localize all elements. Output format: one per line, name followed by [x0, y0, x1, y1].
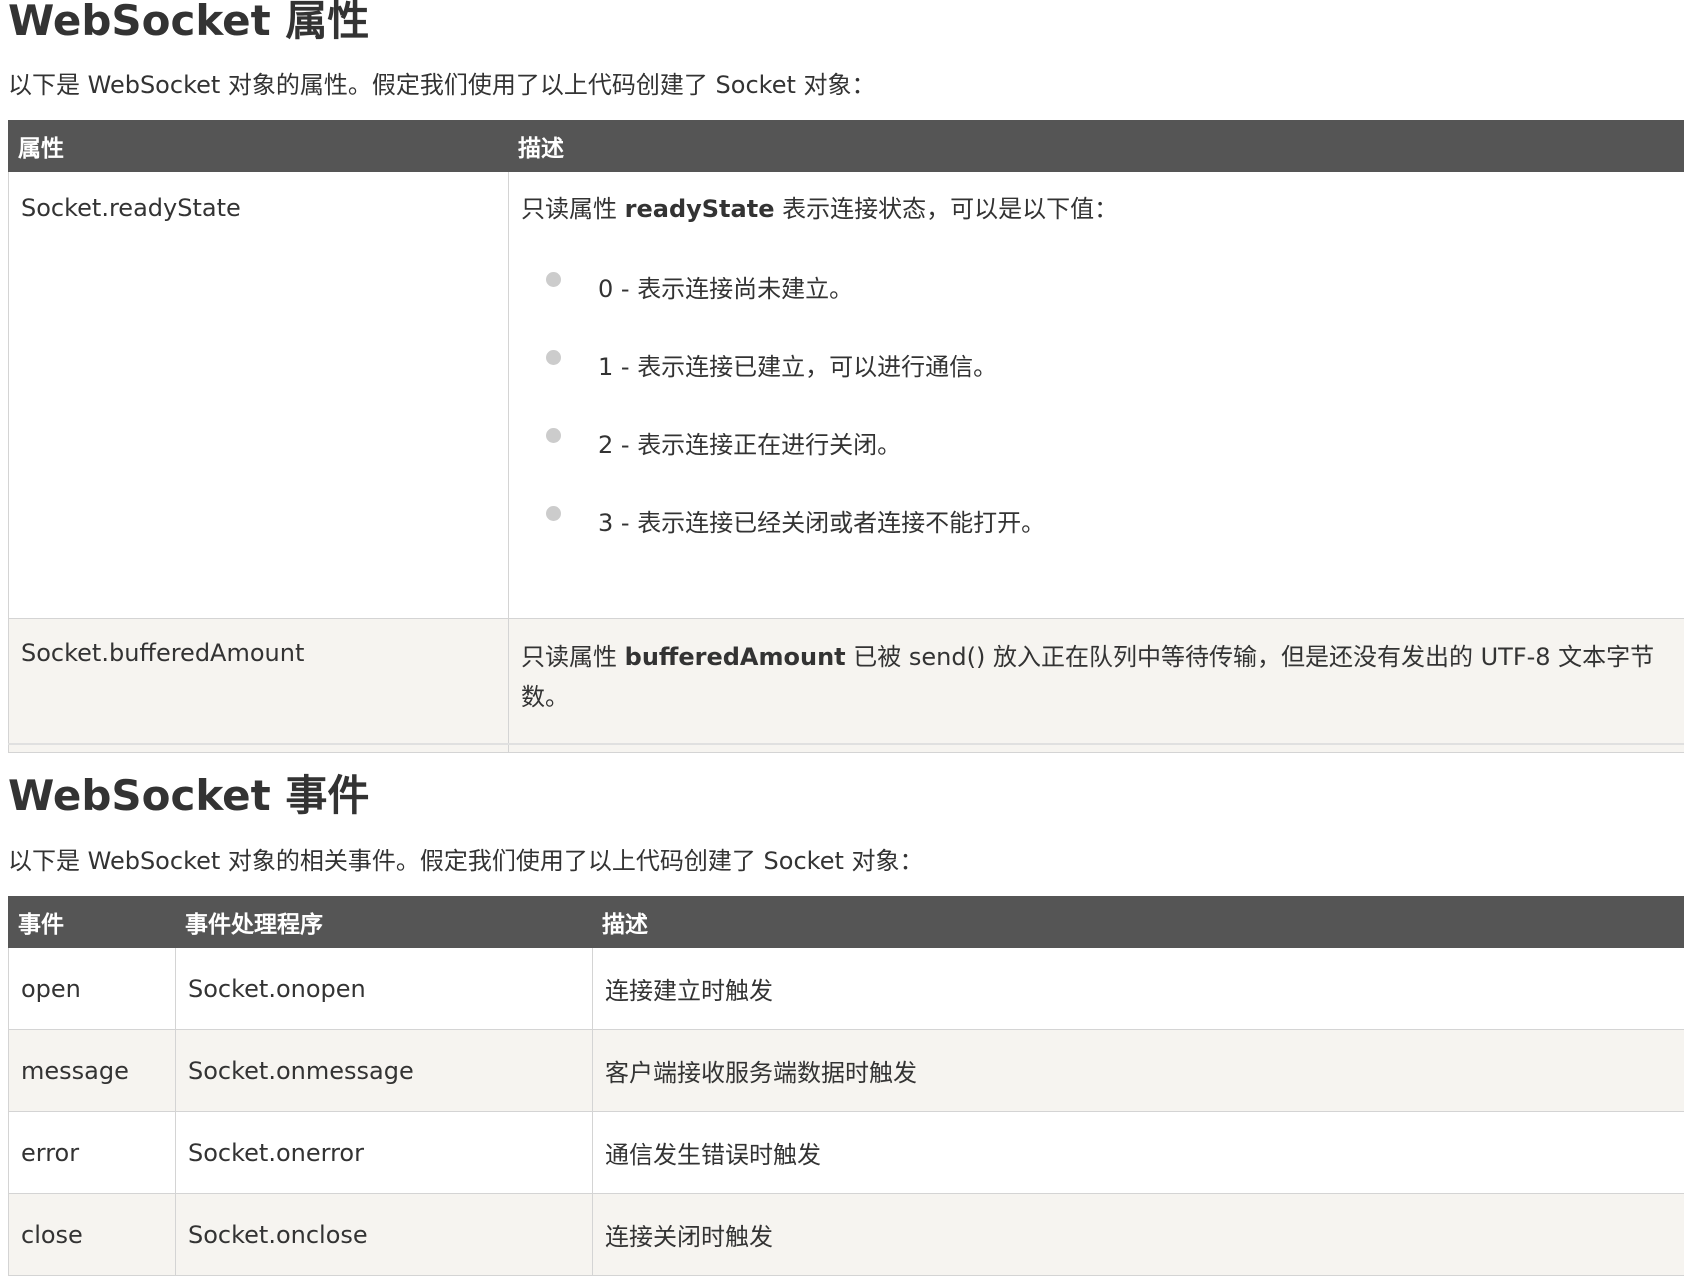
column-header-property: 属性 [8, 120, 509, 172]
event-name: message [8, 1029, 176, 1112]
event-handler: Socket.onopen [175, 947, 593, 1030]
list-item: 3 - 表示连接已经关闭或者连接不能打开。 [521, 484, 1673, 562]
property-name-cell: Socket.bufferedAmount [8, 618, 509, 753]
event-name: close [8, 1193, 176, 1276]
list-item: 1 - 表示连接已建立，可以进行通信。 [521, 328, 1673, 406]
state-text: 3 - 表示连接已经关闭或者连接不能打开。 [598, 509, 1046, 537]
event-handler: Socket.onclose [175, 1193, 593, 1276]
ready-state-list: 0 - 表示连接尚未建立。 1 - 表示连接已建立，可以进行通信。 2 - 表示… [521, 250, 1673, 562]
property-description-cell: 只读属性 readyState 表示连接状态，可以是以下值： 0 - 表示连接尚… [508, 171, 1684, 619]
section-divider [8, 743, 1684, 745]
event-handler: Socket.onmessage [175, 1029, 593, 1112]
table-row: Socket.readyState 只读属性 readyState 表示连接状态… [8, 171, 1684, 619]
state-text: 2 - 表示连接正在进行关闭。 [598, 431, 902, 459]
table-row: message Socket.onmessage 客户端接收服务端数据时触发 [8, 1029, 1684, 1112]
event-name: error [8, 1111, 176, 1194]
property-keyword: readyState [624, 195, 775, 223]
state-text: 0 - 表示连接尚未建立。 [598, 275, 854, 303]
property-description: 只读属性 readyState 表示连接状态，可以是以下值： [521, 194, 1673, 224]
event-name: open [8, 947, 176, 1030]
events-heading: WebSocket 事件 [8, 771, 370, 820]
column-header-handler: 事件处理程序 [175, 896, 593, 948]
event-description: 连接关闭时触发 [592, 1193, 1684, 1276]
table-row: error Socket.onerror 通信发生错误时触发 [8, 1111, 1684, 1194]
properties-table: 属性 描述 Socket.readyState 只读属性 readyState … [8, 120, 1684, 753]
column-header-event: 事件 [8, 896, 176, 948]
property-keyword: bufferedAmount [624, 643, 846, 671]
properties-header-row: 属性 描述 [8, 120, 1684, 172]
desc-prefix: 只读属性 [521, 195, 625, 223]
column-header-description: 描述 [592, 896, 1684, 948]
table-row: close Socket.onclose 连接关闭时触发 [8, 1193, 1684, 1276]
bullet-icon [546, 506, 561, 521]
event-handler: Socket.onerror [175, 1111, 593, 1194]
property-description-cell: 只读属性 bufferedAmount 已被 send() 放入正在队列中等待传… [508, 618, 1684, 753]
properties-intro: 以下是 WebSocket 对象的属性。假定我们使用了以上代码创建了 Socke… [8, 71, 876, 99]
table-row: Socket.bufferedAmount 只读属性 bufferedAmoun… [8, 618, 1684, 753]
event-description: 通信发生错误时触发 [592, 1111, 1684, 1194]
bullet-icon [546, 428, 561, 443]
property-name: Socket.bufferedAmount [21, 639, 305, 667]
property-description: 只读属性 bufferedAmount 已被 send() 放入正在队列中等待传… [521, 637, 1673, 717]
event-description: 客户端接收服务端数据时触发 [592, 1029, 1684, 1112]
state-text: 1 - 表示连接已建立，可以进行通信。 [598, 353, 998, 381]
events-intro: 以下是 WebSocket 对象的相关事件。假定我们使用了以上代码创建了 Soc… [8, 847, 924, 875]
bullet-icon [546, 272, 561, 287]
bullet-icon [546, 350, 561, 365]
property-name-cell: Socket.readyState [8, 171, 509, 619]
property-name: Socket.readyState [21, 194, 241, 222]
table-row: open Socket.onopen 连接建立时触发 [8, 947, 1684, 1030]
desc-prefix: 只读属性 [521, 643, 625, 671]
events-header-row: 事件 事件处理程序 描述 [8, 896, 1684, 948]
properties-heading: WebSocket 属性 [8, 0, 370, 45]
column-header-description: 描述 [508, 120, 1684, 172]
list-item: 0 - 表示连接尚未建立。 [521, 250, 1673, 328]
event-description: 连接建立时触发 [592, 947, 1684, 1030]
desc-suffix: 表示连接状态，可以是以下值： [774, 195, 1119, 223]
list-item: 2 - 表示连接正在进行关闭。 [521, 406, 1673, 484]
events-table: 事件 事件处理程序 描述 open Socket.onopen 连接建立时触发 … [8, 896, 1684, 1276]
